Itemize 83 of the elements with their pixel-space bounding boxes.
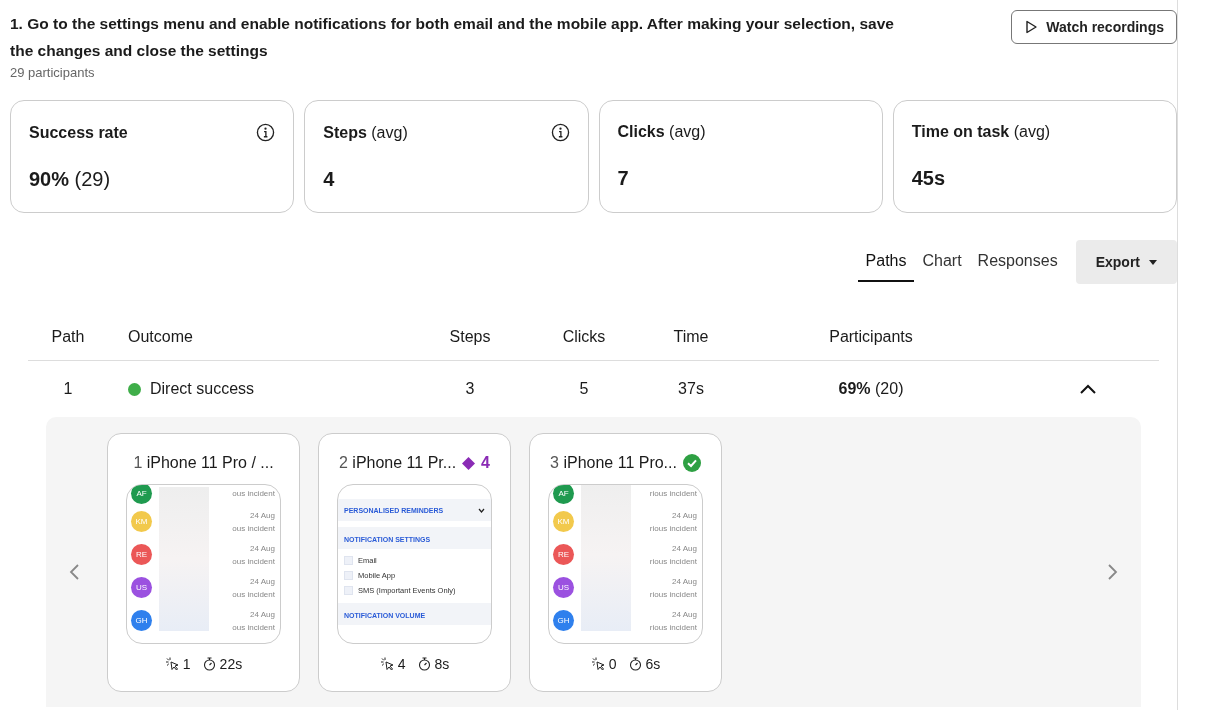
avatar: AF: [131, 485, 152, 504]
chevron-up-icon[interactable]: [1078, 384, 1097, 394]
message-preview: ous incident: [232, 523, 275, 533]
screen-title: 3 iPhone 11 Pro...: [550, 454, 677, 472]
view-tab[interactable]: Responses: [969, 242, 1066, 282]
click-count: 0: [608, 656, 617, 672]
avatar: RE: [131, 544, 152, 565]
avatar: AF: [553, 485, 574, 504]
message-date: 24 Aug: [672, 576, 697, 586]
metric-value: 7: [617, 167, 630, 190]
table-cell-text: 3: [464, 380, 476, 398]
participant-count: 29 participants: [10, 65, 96, 80]
avatar: GH: [553, 610, 574, 631]
metric-label: Success rate: [29, 123, 128, 142]
metric-value: 90% (29): [29, 168, 112, 191]
table-cell-text: 37s: [677, 380, 705, 398]
message-date: 24 Aug: [250, 576, 275, 586]
message-preview: ous incident: [232, 589, 275, 599]
column-header: Outcome: [128, 328, 194, 346]
view-tab[interactable]: Chart: [914, 242, 970, 282]
view-tab[interactable]: Paths: [857, 242, 915, 282]
table-cell: Direct success: [150, 380, 255, 398]
table-cell-text: 1: [62, 380, 74, 398]
message-date: 24 Aug: [250, 609, 275, 619]
metric-value: 4: [323, 168, 336, 191]
chevron-left-icon[interactable]: [68, 563, 80, 581]
metric-label: Clicks (avg): [617, 123, 706, 141]
click-count: 1: [182, 656, 191, 672]
check-circle-icon: [682, 454, 701, 472]
info-icon[interactable]: [550, 123, 570, 142]
message-preview: rious incident: [649, 589, 697, 599]
message-date: 24 Aug: [672, 609, 697, 619]
time-spent: 6s: [645, 656, 661, 672]
message-date: 24 Aug: [250, 510, 275, 520]
message-date: 24 Aug: [250, 543, 275, 553]
badge-count: 4: [481, 454, 490, 472]
info-icon[interactable]: [256, 123, 276, 142]
diamond-icon: [462, 456, 476, 470]
message-preview: rious incident: [649, 556, 697, 566]
metric-label: Steps (avg): [323, 123, 408, 142]
click-icon: [590, 657, 605, 671]
column-header: Clicks: [561, 328, 607, 346]
watch-recordings-button[interactable]: Watch recordings: [1011, 10, 1177, 44]
message-preview: rious incident: [649, 488, 697, 498]
message-preview: ous incident: [232, 556, 275, 566]
chevron-right-icon[interactable]: [1107, 563, 1119, 581]
column-header: Time: [672, 328, 710, 346]
caret-icon: [1149, 259, 1157, 265]
avatar: GH: [131, 610, 152, 631]
message-preview: ous incident: [232, 488, 275, 498]
avatar: US: [553, 577, 574, 598]
metric-label: Time on task (avg): [911, 123, 1051, 141]
screen-card[interactable]: 3 iPhone 11 Pro... AF rious incident KM 24 Aug rious incident RE 24 Aug rious incident US 24 Aug rious incident GH 24 Aug rious incident 0 6s: [529, 433, 722, 692]
screen-title: 2 iPhone 11 Pr...: [339, 454, 457, 472]
message-date: 24 Aug: [672, 543, 697, 553]
click-icon: [379, 657, 394, 671]
stopwatch-icon: [628, 657, 642, 671]
message-preview: ous incident: [232, 622, 275, 632]
avatar: US: [131, 577, 152, 598]
time-spent: 8s: [434, 656, 450, 672]
stopwatch-icon: [202, 657, 216, 671]
play-icon: [1024, 20, 1039, 34]
stopwatch-icon: [417, 657, 431, 671]
time-spent: 22s: [219, 656, 243, 672]
screen-card[interactable]: 1 iPhone 11 Pro / ... AF ous incident KM 24 Aug ous incident RE 24 Aug ous incident US 24 Aug ous incident GH 24 Aug ous incident 1 22s: [107, 433, 300, 692]
avatar: KM: [131, 511, 152, 532]
chevron-down-icon: [478, 507, 485, 513]
column-header: Participants: [828, 328, 914, 346]
message-preview: rious incident: [649, 523, 697, 533]
avatar: RE: [553, 544, 574, 565]
export-button[interactable]: Export: [1075, 240, 1177, 284]
metric-value: 45s: [911, 167, 947, 190]
screen-title: 1 iPhone 11 Pro / ...: [133, 454, 274, 472]
click-icon: [164, 657, 179, 671]
avatar: KM: [553, 511, 574, 532]
message-date: 24 Aug: [672, 510, 697, 520]
column-header: Steps: [448, 328, 492, 346]
table-cell-text: 69% (20): [837, 380, 905, 398]
message-preview: rious incident: [649, 622, 697, 632]
table-cell-text: 5: [578, 380, 590, 398]
click-count: 4: [397, 656, 406, 672]
column-header: Path: [50, 328, 86, 346]
task-title: 1. Go to the settings menu and enable notifications for both email and the mobile app. After making your selection, save the changes and close the settings: [10, 14, 895, 61]
